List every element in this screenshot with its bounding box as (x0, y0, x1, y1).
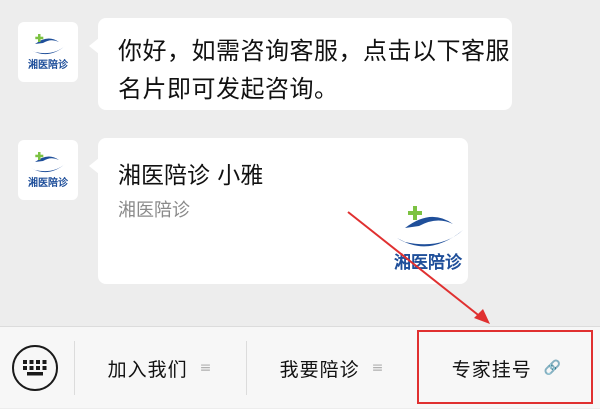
keyboard-icon (23, 360, 47, 376)
official-account-avatar[interactable]: 湘医陪诊 (18, 22, 78, 82)
menu-item-join-us[interactable]: 加入我们 ≡ (75, 327, 245, 409)
xiangyi-logo-icon: 湘医陪诊 (28, 34, 69, 71)
card-contact-name: 湘医陪诊 小雅 (118, 163, 264, 189)
submenu-icon: ≡ (199, 360, 213, 376)
bottom-menu-bar: 加入我们 ≡ 我要陪诊 ≡ 专家挂号 🔗 (0, 326, 600, 408)
menu-item-label: 我要陪诊 (279, 358, 360, 381)
menu-item-expert-registration[interactable]: 专家挂号 🔗 (419, 327, 595, 409)
submenu-icon: ≡ (371, 360, 385, 376)
menu-item-accompany[interactable]: 我要陪诊 ≡ (247, 327, 417, 409)
avatar-logo-text: 湘医陪诊 (28, 176, 69, 189)
text-message-bubble[interactable]: 你好，如需咨询客服，点击以下客服名片即可发起咨询。 (89, 18, 512, 110)
avatar-logo-text: 湘医陪诊 (28, 58, 69, 71)
keyboard-toggle-button[interactable] (12, 345, 58, 391)
xiangyi-logo-icon: 湘医陪诊 (28, 152, 69, 189)
contact-card[interactable]: 湘医陪诊 小雅 湘医陪诊 湘医陪诊 (89, 138, 468, 284)
chat-area: 湘医陪诊 你好，如需咨询客服，点击以下客服名片即可发起咨询。 湘医陪诊 湘医陪诊… (0, 0, 600, 326)
menu-item-label: 专家挂号 (451, 358, 532, 381)
card-logo-icon: 湘医陪诊 (394, 206, 463, 273)
official-account-avatar[interactable]: 湘医陪诊 (18, 140, 78, 200)
menu-item-label: 加入我们 (107, 358, 188, 381)
card-contact-org: 湘医陪诊 (118, 200, 190, 221)
card-logo-text: 湘医陪诊 (394, 252, 463, 273)
link-icon: 🔗 (543, 360, 563, 376)
message-text: 你好，如需咨询客服，点击以下客服名片即可发起咨询。 (118, 37, 510, 103)
